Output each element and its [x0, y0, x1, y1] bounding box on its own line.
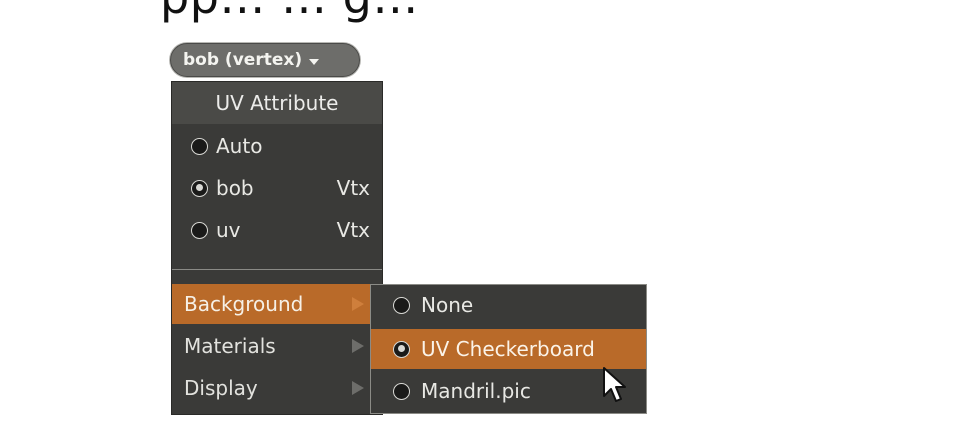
- radio-button-selected-icon: [393, 340, 410, 358]
- radio-label: UV Checkerboard: [421, 337, 595, 361]
- radio-item-auto[interactable]: Auto: [172, 126, 382, 166]
- radio-label: Mandril.pic: [421, 379, 531, 403]
- radio-label: Auto: [216, 134, 263, 158]
- chevron-right-icon: [352, 339, 364, 353]
- chevron-right-icon: [352, 381, 364, 395]
- menu-item-display[interactable]: Display: [172, 368, 382, 408]
- uv-attribute-dropdown-button[interactable]: bob (vertex): [170, 43, 360, 77]
- cropped-heading-text: pp… … g…: [160, 0, 419, 24]
- submenu-item-uv-checkerboard[interactable]: UV Checkerboard: [371, 329, 646, 369]
- uv-attribute-menu: UV Attribute Auto bob Vtx uv Vtx Backgro…: [171, 81, 383, 415]
- radio-label: None: [421, 293, 474, 317]
- radio-button-selected-icon: [191, 179, 208, 197]
- radio-tag: Vtx: [336, 218, 370, 242]
- radio-item-bob[interactable]: bob Vtx: [172, 168, 382, 208]
- radio-label: bob: [216, 176, 254, 200]
- radio-item-uv[interactable]: uv Vtx: [172, 210, 382, 250]
- menu-item-label: Materials: [184, 334, 276, 358]
- radio-button-icon: [191, 221, 208, 239]
- arrow-cursor-icon: [603, 367, 626, 402]
- caret-down-icon: [309, 58, 320, 65]
- chevron-right-icon: [352, 297, 364, 311]
- radio-button-icon: [393, 382, 410, 400]
- menu-item-label: Background: [184, 292, 304, 316]
- submenu-item-none[interactable]: None: [371, 285, 646, 325]
- menu-divider: [172, 269, 382, 270]
- menu-header: UV Attribute: [172, 82, 382, 124]
- dropdown-button-label: bob (vertex): [183, 50, 303, 70]
- radio-button-icon: [393, 296, 410, 314]
- radio-label: uv: [216, 218, 241, 242]
- menu-item-label: Display: [184, 376, 258, 400]
- radio-tag: Vtx: [336, 176, 370, 200]
- screenshot-stage: pp… … g… bob (vertex) UV Attribute Auto …: [0, 0, 972, 434]
- menu-item-background[interactable]: Background: [172, 284, 382, 324]
- radio-button-icon: [191, 137, 208, 155]
- menu-item-materials[interactable]: Materials: [172, 326, 382, 366]
